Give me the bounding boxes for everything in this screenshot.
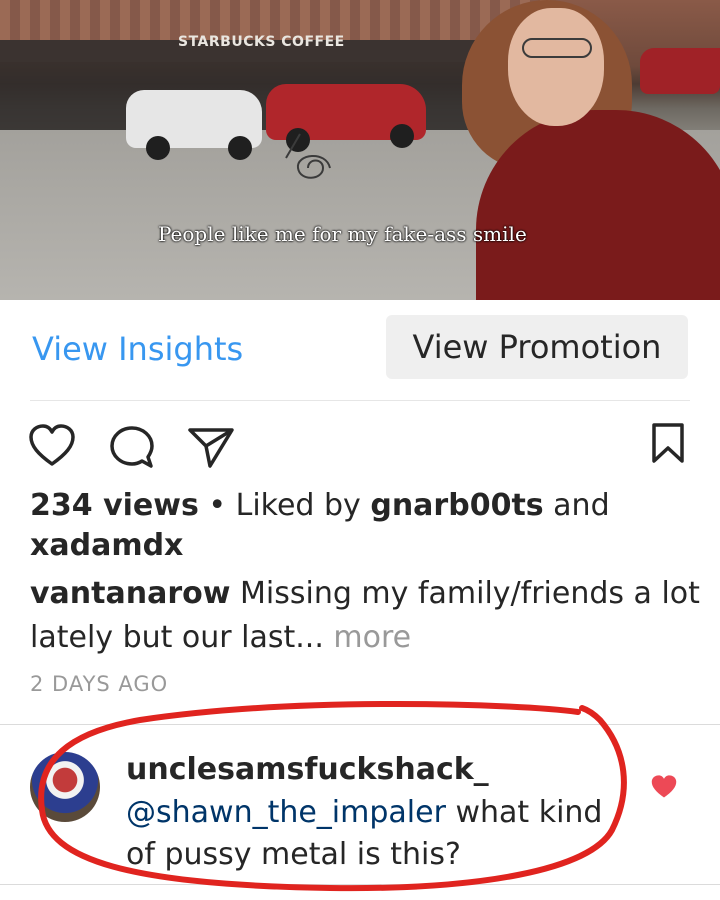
separator: • [198,488,236,523]
bookmark-icon[interactable] [650,422,686,464]
video-person-face [508,8,604,126]
post-timestamp: 2 DAYS AGO [30,672,169,696]
comment-body: @shawn_the_impaler what kind of pussy me… [126,792,626,876]
video-wheel [390,124,414,148]
post-video[interactable]: STARBUCKS COFFEE People like me for my f… [0,0,720,300]
divider [30,400,690,401]
view-promotion-button[interactable]: View Promotion [386,315,688,379]
comment-mention[interactable]: @shawn_the_impaler [126,795,446,830]
paper-plane-icon[interactable] [186,424,236,470]
liker-username[interactable]: xadamdx [30,528,183,563]
views-count[interactable]: 234 views [30,488,199,523]
spiral-doodle-icon [285,133,331,179]
view-promotion-label: View Promotion [412,328,662,366]
video-glasses [522,38,592,58]
heart-icon[interactable] [28,424,76,468]
author-username[interactable]: vantanarow [30,576,230,611]
video-wheel [228,136,252,160]
divider [0,884,720,885]
liked-by-prefix: Liked by [235,488,371,523]
heart-filled-icon[interactable] [650,774,678,800]
avatar[interactable] [30,752,100,822]
views-and-likes: 234 views • Liked by gnarb00ts and xadamd… [30,486,700,566]
video-caption: People like me for my fake-ass smile [158,222,527,246]
video-red-car-right [640,48,720,94]
post-caption: vantanarow Missing my family/friends a l… [30,572,700,660]
divider [0,724,720,725]
view-insights-link[interactable]: View Insights [32,330,243,368]
comment-username[interactable]: unclesamsfuckshack_ [126,752,489,787]
liker-username[interactable]: gnarb00ts [370,488,543,523]
comment-bubble-icon[interactable] [108,424,156,470]
more-link[interactable]: more [324,620,411,655]
video-wheel [146,136,170,160]
and-text: and [543,488,610,523]
video-storefront-sign: STARBUCKS COFFEE [178,34,345,50]
